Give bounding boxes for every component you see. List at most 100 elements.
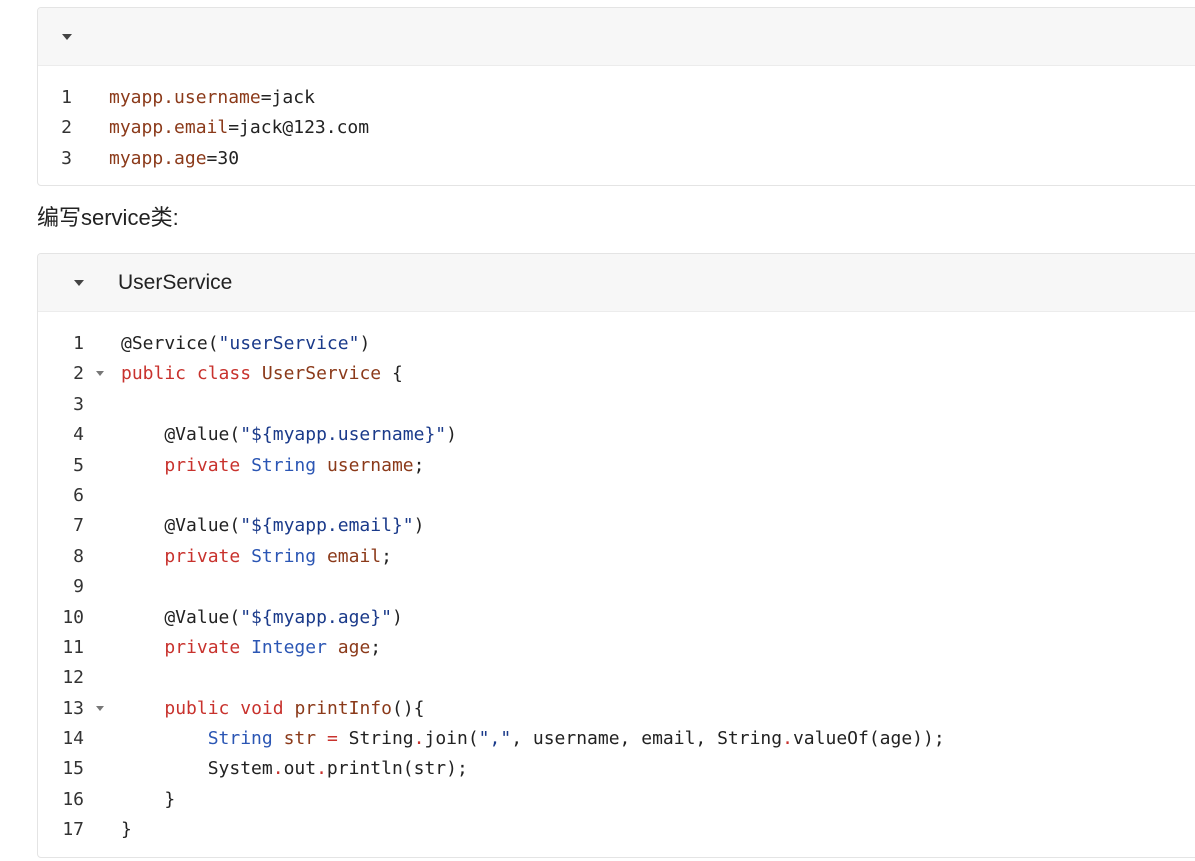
code-text: @Value("${myapp.username}")	[121, 420, 457, 450]
line-number: 2	[61, 117, 72, 139]
code-token: ;	[413, 454, 425, 476]
code-token: printInfo	[294, 697, 392, 719]
code-token: @Value(	[121, 515, 241, 537]
code-token: str	[283, 728, 317, 750]
code-block-header	[38, 8, 1195, 66]
code-text: public class UserService {	[121, 359, 403, 389]
code-token: private	[164, 545, 241, 567]
line-number: 16	[62, 788, 84, 810]
line-number: 8	[73, 545, 84, 567]
code-line: 1 @Service("userService")	[38, 329, 1195, 359]
code-token: )	[413, 515, 425, 537]
code-token: }	[121, 788, 176, 810]
code-line: 12	[38, 663, 1195, 693]
code-block-title: UserService	[118, 271, 233, 294]
code-text: }	[121, 815, 132, 845]
line-number: 11	[62, 636, 84, 658]
code-token: valueOf(age));	[792, 728, 945, 750]
line-number: 4	[73, 424, 84, 446]
code-token: out	[283, 758, 317, 780]
code-token: String	[207, 728, 273, 750]
code-line: 17}	[38, 815, 1195, 845]
code-token: age	[337, 636, 371, 658]
code-token: {	[381, 363, 403, 385]
code-token: ;	[370, 636, 382, 658]
code-text: private String email;	[121, 542, 392, 572]
code-token: )	[446, 424, 457, 446]
collapse-toggle[interactable]	[56, 8, 80, 65]
code-line: 15 System.out.println(str);	[38, 754, 1195, 784]
line-number: 5	[73, 454, 84, 476]
code-line: 2 myapp.email=jack@123.com	[38, 113, 1195, 143]
code-line: 4 @Value("${myapp.username}")	[38, 420, 1195, 450]
code-token: =jack@123.com	[228, 117, 370, 139]
code-text: String str = String.join(",", username, …	[121, 724, 945, 754]
code-body: 1 @Service("userService") 2 public class Us…	[38, 312, 1195, 846]
code-text: private String username;	[121, 451, 424, 481]
triangle-down-icon	[62, 34, 72, 40]
code-token: public	[164, 697, 230, 719]
code-token: println(str);	[326, 758, 468, 780]
code-token: public	[121, 363, 187, 385]
code-token: String	[251, 454, 317, 476]
code-line: 16 }	[38, 785, 1195, 815]
code-line: 9	[38, 572, 1195, 602]
code-token: myapp.age	[109, 147, 207, 169]
triangle-down-icon	[74, 280, 84, 286]
code-token: "${myapp.username}"	[240, 424, 447, 446]
userservice-code-block: UserService 1 @Service("userService") 2 pub…	[37, 253, 1195, 858]
code-token: join(	[424, 728, 479, 750]
code-token: "${myapp.age}"	[240, 606, 392, 628]
code-line: 14 String str = String.join(",", usernam…	[38, 724, 1195, 754]
code-token: myapp.username	[109, 87, 261, 108]
line-number: 10	[62, 606, 84, 628]
code-block-header: UserService	[38, 254, 1195, 312]
code-token: String	[251, 545, 317, 567]
code-text: @Value("${myapp.age}")	[121, 603, 403, 633]
code-line: 11 private Integer age;	[38, 633, 1195, 663]
code-token: myapp.email	[109, 117, 229, 139]
code-token: UserService	[261, 363, 382, 385]
fold-arrow-icon[interactable]	[96, 705, 104, 711]
collapse-toggle[interactable]	[68, 254, 92, 311]
code-token: private	[164, 454, 241, 476]
code-line: 13 public void printInfo(){	[38, 694, 1195, 724]
code-line: 2 public class UserService {	[38, 359, 1195, 389]
code-token: .	[413, 728, 425, 750]
line-number: 1	[61, 87, 72, 108]
code-line: 5 private String username;	[38, 451, 1195, 481]
fold-arrow-icon[interactable]	[96, 371, 104, 377]
code-token: )	[391, 606, 403, 628]
code-token: @Service(	[121, 333, 219, 354]
line-number: 17	[62, 819, 84, 841]
code-text: @Service("userService")	[121, 329, 370, 359]
code-token: .	[782, 728, 793, 750]
line-number: 14	[62, 728, 84, 750]
code-token: class	[196, 363, 252, 385]
code-text: myapp.email=jack@123.com	[109, 113, 369, 143]
line-number: 15	[62, 758, 84, 780]
line-number: 13	[62, 697, 84, 719]
code-text: }	[121, 785, 175, 815]
code-line: 8 private String email;	[38, 542, 1195, 572]
code-token: System	[121, 758, 273, 780]
code-token: @Value(	[121, 606, 241, 628]
code-token: =30	[206, 147, 240, 169]
code-text: myapp.age=30	[109, 144, 239, 174]
properties-code-block: 1 myapp.username=jack 2 myapp.email=jack@12…	[37, 7, 1195, 186]
line-number: 9	[73, 576, 84, 598]
code-body: 1 myapp.username=jack 2 myapp.email=jack@12…	[38, 66, 1195, 174]
line-number: 12	[62, 667, 84, 689]
code-token: email	[326, 545, 382, 567]
